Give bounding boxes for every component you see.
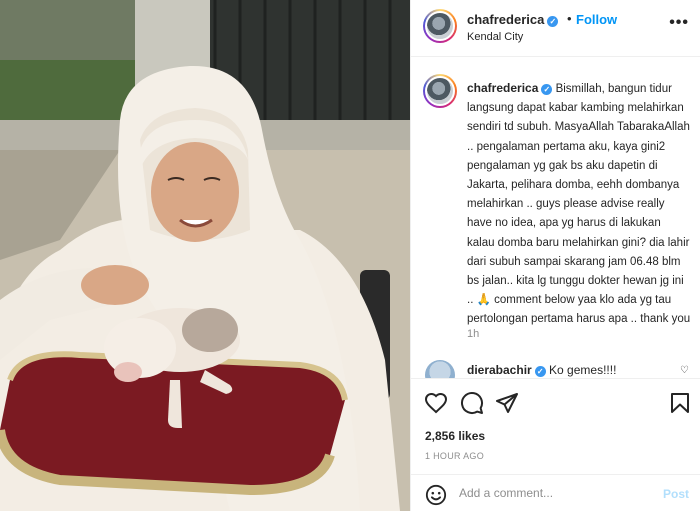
add-comment-bar: Post bbox=[411, 474, 700, 511]
comment-input[interactable] bbox=[459, 483, 649, 503]
author-username[interactable]: chafrederica ✓ bbox=[467, 12, 559, 27]
comment-like-heart-icon[interactable]: ♡ bbox=[680, 365, 689, 376]
caption-body: chafrederica ✓ Bismillah, bangun tidur la… bbox=[467, 79, 691, 330]
caption-username-text[interactable]: chafrederica bbox=[467, 81, 538, 95]
post-header: chafrederica ✓ • Follow Kendal City ••• bbox=[411, 0, 700, 57]
commenter-avatar[interactable] bbox=[425, 360, 455, 378]
caption-avatar[interactable] bbox=[423, 74, 457, 108]
commenter-username-text[interactable]: dierabachir bbox=[467, 363, 532, 377]
instagram-post: chafrederica ✓ • Follow Kendal City ••• c… bbox=[0, 0, 700, 511]
commenter-username[interactable]: dierabachir ✓ bbox=[467, 363, 546, 377]
photo-illustration bbox=[0, 0, 410, 511]
author-avatar[interactable] bbox=[423, 9, 457, 43]
author-username-text[interactable]: chafrederica bbox=[467, 12, 544, 27]
caption-time[interactable]: 1h bbox=[467, 328, 479, 340]
verified-badge-icon: ✓ bbox=[534, 366, 546, 377]
caption-username[interactable]: chafrederica ✓ bbox=[467, 81, 553, 95]
post-actions: 2,856 likes 1 HOUR AGO bbox=[411, 378, 700, 478]
post-timestamp: 1 HOUR AGO bbox=[425, 451, 485, 461]
caption-text: Bismillah, bangun tidur langsung dapat k… bbox=[467, 83, 691, 326]
verified-badge-icon: ✓ bbox=[541, 84, 553, 95]
heart-icon[interactable] bbox=[424, 391, 448, 415]
comment-bubble-icon[interactable] bbox=[460, 391, 484, 415]
post-photo[interactable] bbox=[0, 0, 410, 511]
post-side-panel: chafrederica ✓ • Follow Kendal City ••• c… bbox=[410, 0, 700, 511]
more-options-icon[interactable]: ••• bbox=[669, 14, 689, 32]
comment-body: dierabachir ✓ Ko gemes!!!! bbox=[467, 363, 616, 377]
verified-badge-icon: ✓ bbox=[547, 16, 559, 27]
comments-section[interactable]: chafrederica ✓ Bismillah, bangun tidur la… bbox=[411, 58, 700, 378]
follow-button[interactable]: Follow bbox=[576, 12, 617, 27]
bookmark-icon[interactable] bbox=[668, 391, 692, 415]
post-location[interactable]: Kendal City bbox=[467, 31, 523, 43]
smiley-icon[interactable] bbox=[425, 484, 447, 506]
post-comment-button[interactable]: Post bbox=[663, 487, 689, 501]
separator-dot: • bbox=[567, 11, 572, 26]
comment-text: Ko gemes!!!! bbox=[549, 363, 617, 377]
likes-count[interactable]: 2,856 likes bbox=[425, 429, 485, 443]
paper-plane-icon[interactable] bbox=[495, 391, 519, 415]
